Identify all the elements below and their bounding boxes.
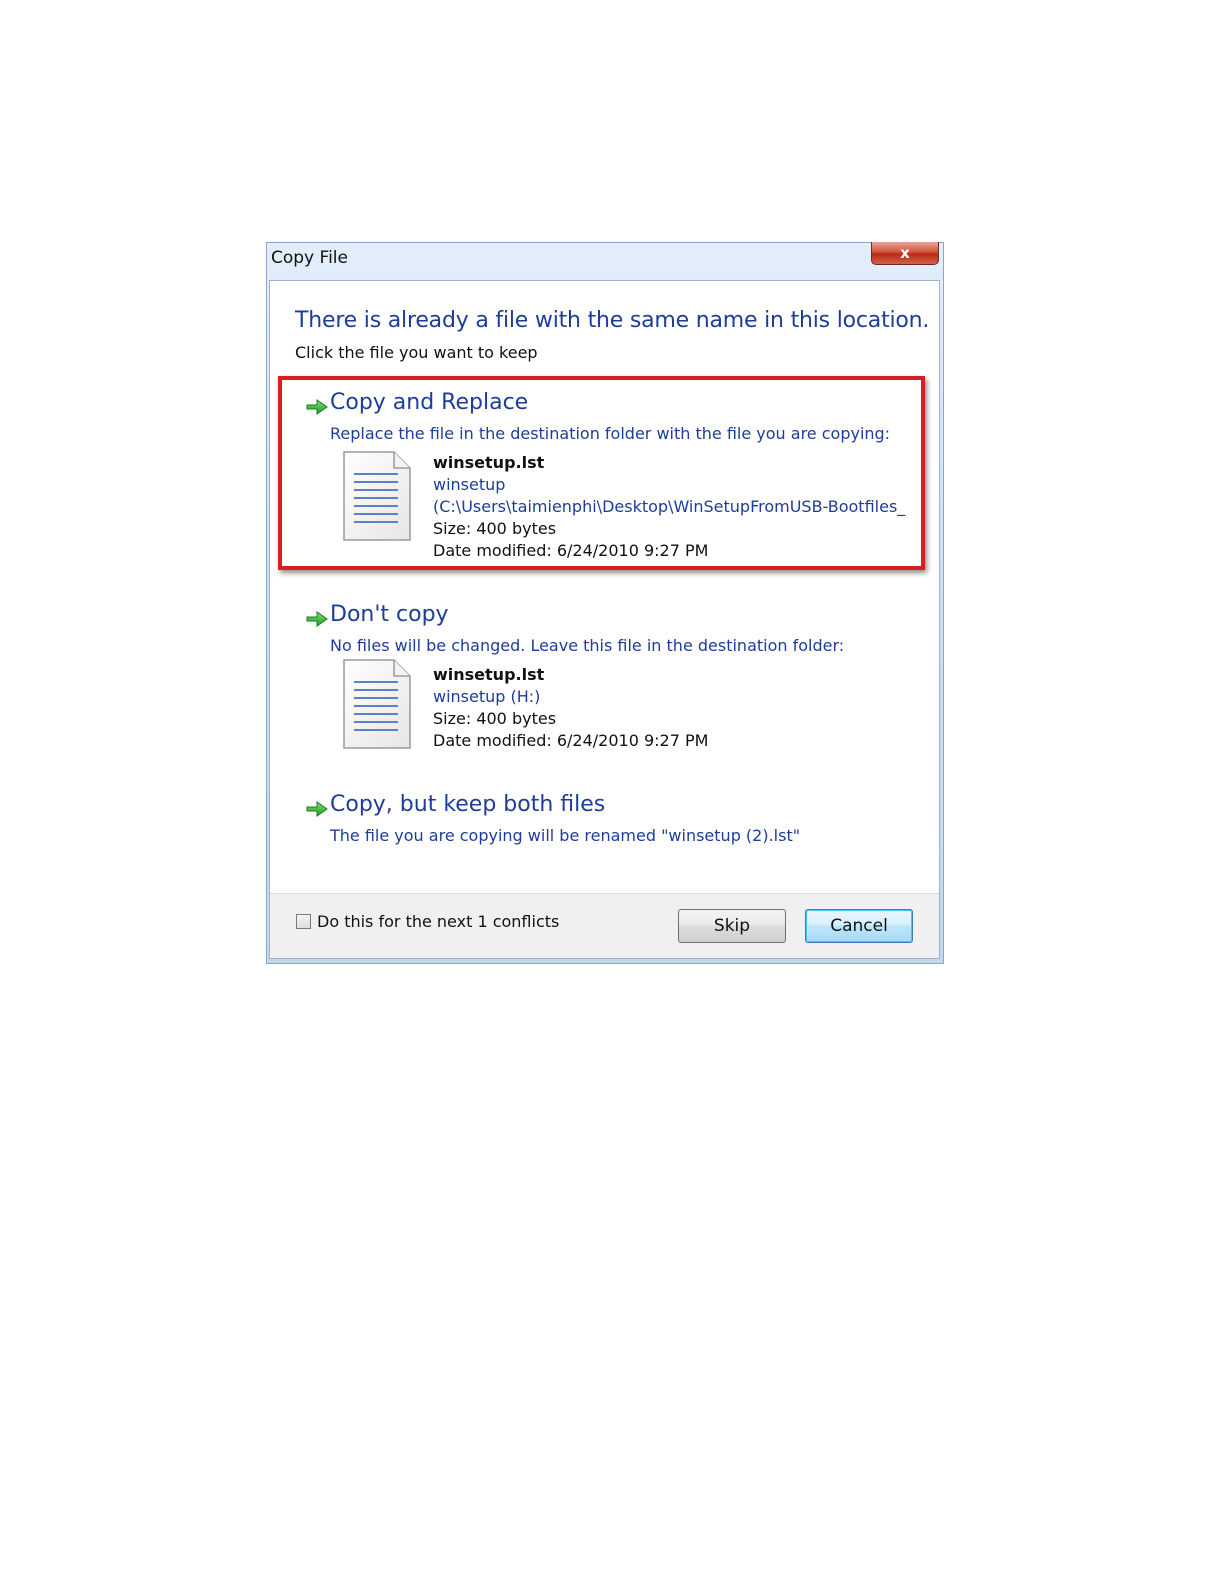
- file-folder: winsetup (H:): [433, 687, 541, 706]
- option-title: Copy, but keep both files: [330, 792, 606, 817]
- checkbox-icon[interactable]: [296, 914, 311, 929]
- title-bar: Copy File x: [267, 242, 943, 279]
- skip-button[interactable]: Skip: [678, 909, 786, 943]
- red-highlight-box: [278, 376, 925, 570]
- option-keep-both[interactable]: Copy, but keep both files The file you a…: [300, 792, 920, 854]
- dialog-content: There is already a file with the same na…: [269, 280, 940, 959]
- green-arrow-icon: [306, 801, 328, 817]
- file-size: Size: 400 bytes: [433, 709, 557, 728]
- dialog-footer: Do this for the next 1 conflicts Skip Ca…: [270, 893, 939, 958]
- file-details: winsetup.lst winsetup (H:) Size: 400 byt…: [433, 664, 708, 752]
- document-icon: [343, 659, 411, 749]
- checkbox-label: Do this for the next 1 conflicts: [317, 912, 560, 931]
- copy-file-dialog: Copy File x There is already a file with…: [266, 242, 944, 964]
- option-dont-copy[interactable]: Don't copy No files will be changed. Lea…: [300, 602, 920, 752]
- close-button[interactable]: x: [871, 242, 939, 265]
- cancel-button[interactable]: Cancel: [805, 909, 913, 943]
- file-name: winsetup.lst: [433, 665, 545, 684]
- option-description: The file you are copying will be renamed…: [330, 826, 801, 845]
- close-icon: x: [900, 243, 910, 262]
- file-modified: Date modified: 6/24/2010 9:27 PM: [433, 731, 709, 750]
- conflicts-checkbox-row[interactable]: Do this for the next 1 conflicts: [296, 912, 559, 931]
- green-arrow-icon: [306, 611, 328, 627]
- window-title: Copy File: [271, 248, 348, 268]
- dialog-subhead: Click the file you want to keep: [295, 343, 538, 362]
- dialog-headline: There is already a file with the same na…: [295, 308, 930, 333]
- option-title: Don't copy: [330, 602, 449, 627]
- option-description: No files will be changed. Leave this fil…: [330, 636, 845, 655]
